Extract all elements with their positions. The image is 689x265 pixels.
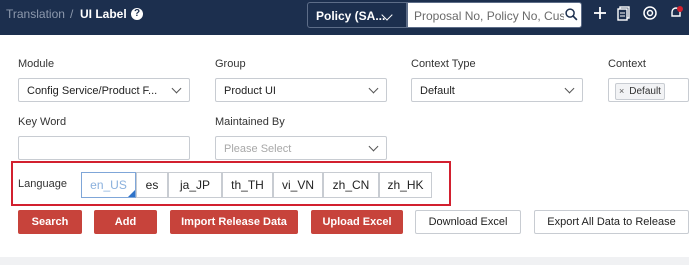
context-type-select[interactable]: Default: [411, 78, 583, 102]
language-tab-zh-hk[interactable]: zh_HK: [379, 172, 432, 198]
breadcrumb-translation[interactable]: Translation: [6, 7, 65, 21]
help-icon[interactable]: ?: [131, 8, 143, 20]
context-type-value: Default: [420, 85, 455, 97]
language-tab-label: en_US: [90, 178, 127, 192]
upload-excel-button[interactable]: Upload Excel: [311, 210, 403, 234]
language-tab-th-th[interactable]: th_TH: [222, 172, 273, 198]
search-icon[interactable]: [565, 8, 578, 21]
document-icon[interactable]: [616, 5, 632, 21]
keyword-label: Key Word: [18, 116, 67, 128]
language-tab-label: zh_CN: [332, 178, 370, 192]
language-tab-ja-jp[interactable]: ja_JP: [168, 172, 222, 198]
close-icon[interactable]: ×: [619, 86, 624, 96]
notification-bell-icon[interactable]: [668, 5, 684, 21]
language-tab-label: es: [145, 178, 159, 192]
add-button[interactable]: Add: [94, 210, 157, 234]
module-value: Config Service/Product F...: [27, 85, 158, 97]
language-tab-es[interactable]: es: [136, 172, 168, 198]
chevron-down-icon: [171, 83, 182, 94]
policy-type-value: Policy (SA...: [316, 9, 386, 23]
chevron-down-icon: [564, 83, 575, 94]
language-tab-en-us[interactable]: en_US: [81, 172, 136, 198]
top-navigation-bar: Translation / UI Label ? Policy (SA... P…: [0, 0, 689, 35]
context-tag: × Default: [615, 83, 665, 100]
import-release-data-button[interactable]: Import Release Data: [170, 210, 298, 234]
keyword-input[interactable]: [18, 136, 190, 160]
group-select[interactable]: Product UI: [215, 78, 387, 102]
export-all-data-button[interactable]: Export All Data to Release: [534, 210, 689, 234]
context-multiselect[interactable]: × Default: [608, 78, 689, 102]
plus-icon[interactable]: [592, 5, 608, 21]
context-tag-label: Default: [629, 86, 661, 97]
language-tab-label: th_TH: [231, 178, 264, 192]
language-tab-label: vi_VN: [281, 178, 314, 192]
group-value: Product UI: [224, 85, 276, 97]
global-search-input[interactable]: Proposal No, Policy No, Cust: [414, 9, 564, 23]
context-label: Context: [608, 58, 646, 70]
search-button[interactable]: Search: [18, 210, 82, 234]
chevron-down-icon: [368, 83, 379, 94]
language-tab-label: ja_JP: [179, 178, 211, 192]
language-tab-vi-vn[interactable]: vi_VN: [273, 172, 323, 198]
language-tab-zh-cn[interactable]: zh_CN: [323, 172, 379, 198]
global-search-field[interactable]: Proposal No, Policy No, Cust: [407, 2, 582, 28]
context-type-label: Context Type: [411, 58, 476, 70]
chevron-down-icon: [368, 141, 379, 152]
content-divider: [0, 257, 689, 265]
language-label: Language: [18, 178, 67, 190]
group-label: Group: [215, 58, 246, 70]
download-excel-button[interactable]: Download Excel: [415, 210, 521, 234]
breadcrumb-separator: /: [70, 7, 74, 21]
maintained-by-select[interactable]: Please Select: [215, 136, 387, 160]
maintained-by-label: Maintained By: [215, 116, 285, 128]
settings-icon[interactable]: [642, 5, 658, 21]
module-label: Module: [18, 58, 55, 70]
page-title: UI Label: [80, 7, 127, 21]
maintained-by-placeholder: Please Select: [224, 143, 292, 155]
module-select[interactable]: Config Service/Product F...: [18, 78, 190, 102]
language-tab-label: zh_HK: [387, 178, 424, 192]
selected-check-icon: [128, 190, 135, 197]
